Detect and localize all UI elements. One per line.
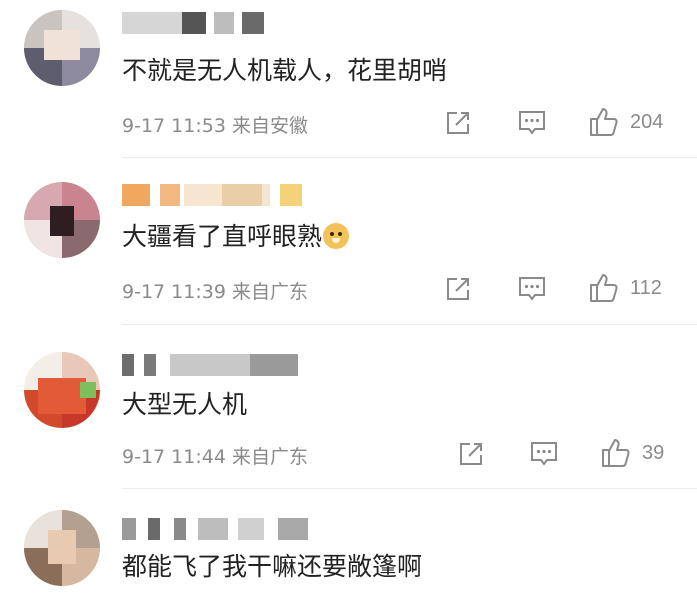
username-blurred[interactable] — [122, 12, 322, 34]
comment-item: 大型无人机 9-17 11:44 来自广东 39 — [0, 328, 697, 492]
comment-item: 都能飞了我干嘛还要敞篷啊 — [0, 492, 697, 596]
avatar[interactable] — [24, 352, 100, 428]
comment-text: 不就是无人机载人，花里胡哨 — [122, 56, 448, 85]
username-blurred[interactable] — [122, 518, 322, 540]
share-button[interactable] — [457, 440, 485, 468]
comment-meta: 9-17 11:39 来自广东 — [122, 277, 308, 304]
share-button[interactable] — [444, 109, 472, 137]
avatar[interactable] — [24, 510, 100, 586]
comment-text: 都能飞了我干嘛还要敞篷啊 — [122, 552, 423, 581]
like-count: 204 — [630, 110, 664, 133]
comment-date: 9-17 11:39 — [122, 281, 226, 303]
like-button[interactable]: 39 — [600, 437, 664, 469]
comment-location: 来自广东 — [231, 446, 308, 468]
comment-icon — [531, 442, 557, 466]
reply-button[interactable] — [517, 109, 547, 137]
comment-item: 不就是无人机载人，花里胡哨 9-17 11:53 来自安徽 204 — [0, 0, 697, 160]
comment-text: 大型无人机 — [122, 390, 248, 419]
comment-location: 来自广东 — [231, 281, 308, 303]
comment-date: 9-17 11:44 — [122, 446, 226, 468]
reply-button[interactable] — [517, 275, 547, 303]
comment-icon — [519, 277, 545, 301]
divider — [122, 324, 697, 325]
thumbs-up-icon — [590, 108, 618, 136]
username-blurred[interactable] — [122, 354, 322, 376]
comment-date: 9-17 11:53 — [122, 115, 226, 137]
reply-button[interactable] — [529, 440, 559, 468]
like-count: 39 — [642, 441, 665, 464]
comment-icon — [519, 111, 545, 135]
divider — [122, 157, 697, 158]
avatar[interactable] — [24, 182, 100, 258]
comment-item: 大疆看了直呼眼熟 9-17 11:39 来自广东 112 — [0, 160, 697, 328]
like-button[interactable]: 112 — [588, 272, 662, 304]
username-blurred[interactable] — [122, 184, 322, 206]
avatar[interactable] — [24, 10, 100, 86]
share-button[interactable] — [444, 275, 472, 303]
comment-text: 大疆看了直呼眼熟 — [122, 220, 350, 254]
doge-emoji-icon — [323, 223, 350, 249]
comment-location: 来自安徽 — [231, 115, 308, 137]
thumbs-up-icon — [590, 274, 618, 302]
like-count: 112 — [630, 276, 662, 299]
comment-meta: 9-17 11:44 来自广东 — [122, 442, 308, 469]
divider — [122, 488, 697, 489]
comment-meta: 9-17 11:53 来自安徽 — [122, 111, 308, 138]
thumbs-up-icon — [602, 439, 630, 467]
like-button[interactable]: 204 — [588, 106, 663, 138]
share-icon — [447, 112, 469, 134]
share-icon — [447, 278, 469, 300]
share-icon — [460, 443, 482, 465]
